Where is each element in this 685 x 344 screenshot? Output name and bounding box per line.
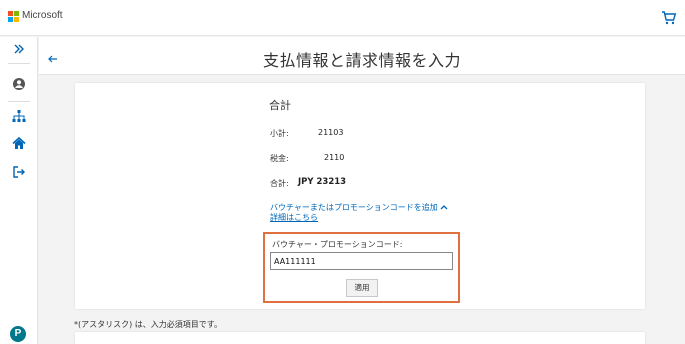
- sidebar-divider: [8, 63, 30, 64]
- microsoft-logo[interactable]: [8, 11, 19, 22]
- home-icon[interactable]: [11, 135, 27, 151]
- chevron-up-icon[interactable]: [440, 204, 448, 210]
- page-title: 支払情報と請求情報を入力: [262, 51, 461, 70]
- order-summary-card: 合計 小計: 21103 税金: 2110 合計: JPY 23213 バウチャ…: [75, 83, 645, 309]
- org-chart-icon[interactable]: [11, 108, 27, 124]
- add-promo-link-label[interactable]: バウチャーまたはプロモーションコードを追加: [270, 203, 438, 212]
- promo-code-section: バウチャー・プロモーションコード: 適用: [263, 232, 460, 303]
- brand-name[interactable]: Microsoft: [22, 10, 63, 21]
- required-note: *(アスタリスク) は、入力必須項目です。: [74, 320, 222, 329]
- sign-out-icon[interactable]: [11, 164, 27, 180]
- total-value: JPY 23213: [298, 177, 347, 187]
- apply-button[interactable]: 適用: [346, 279, 378, 297]
- total-label: 合計:: [270, 179, 289, 188]
- details-link[interactable]: 詳細はこちら: [270, 212, 318, 223]
- promo-code-label: バウチャー・プロモーションコード:: [272, 240, 403, 249]
- tax-value: 2110: [324, 153, 345, 162]
- sidebar-divider: [8, 101, 30, 102]
- expand-icon[interactable]: [11, 41, 27, 57]
- tax-label: 税金:: [270, 154, 289, 163]
- main-content: 支払情報と請求情報を入力 合計 小計: 21103 税金: 2110 合計: J…: [39, 37, 685, 344]
- top-bar: Microsoft: [0, 0, 685, 36]
- page-header: 支払情報と請求情報を入力: [39, 37, 685, 75]
- cart-icon[interactable]: [661, 10, 677, 26]
- user-icon[interactable]: [11, 76, 27, 92]
- sidebar: P: [0, 37, 38, 344]
- promo-code-input[interactable]: [270, 252, 453, 270]
- subtotal-value: 21103: [318, 128, 344, 137]
- subtotal-label: 小計:: [270, 129, 289, 138]
- pearson-logo[interactable]: P: [10, 326, 26, 342]
- next-card: [75, 332, 645, 344]
- summary-title: 合計: [269, 99, 291, 112]
